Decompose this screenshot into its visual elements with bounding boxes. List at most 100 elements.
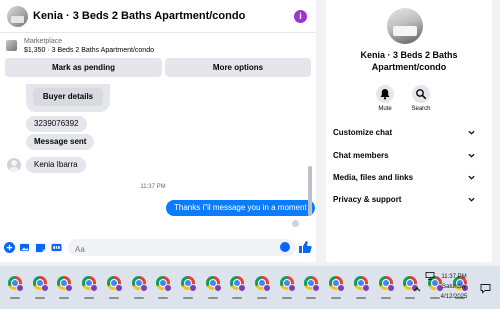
taskbar-app-chrome[interactable] [178,272,198,300]
message-timestamp: 11:37 PM [140,184,166,190]
mark-as-pending-button[interactable]: Mark as pending [5,58,162,77]
running-indicator [281,297,292,299]
profile-badge-icon [287,284,296,292]
message-composer [0,235,316,262]
clock-date: 4/12/2025 [440,294,468,300]
running-indicator [380,297,391,299]
notification-icon[interactable] [480,283,491,294]
buyer-details-card: Buyer details [26,84,110,112]
chat-avatar[interactable] [7,6,28,27]
profile-badge-icon [312,284,321,292]
mute-action[interactable]: Mute [370,85,400,112]
taskbar-app-chrome[interactable] [326,272,346,300]
sender-avatar[interactable] [7,158,21,172]
running-indicator [158,297,169,299]
section-customize-chat[interactable]: Customize chat [326,122,492,144]
chat-title[interactable]: Kenia · 3 Beds 2 Baths Apartment/condo [33,10,245,22]
taskbar-app-chrome[interactable] [252,272,272,300]
profile-badge-icon [337,284,346,292]
profile-badge-icon [164,284,173,292]
mute-label: Mute [378,106,392,112]
running-indicator [59,297,70,299]
gif-icon[interactable] [51,242,62,253]
section-media-files-links[interactable]: Media, files and links [326,167,492,189]
taskbar-app-chrome[interactable] [203,272,223,300]
section-label: Customize chat [333,128,393,137]
profile-badge-icon [114,284,123,292]
listing-label: Marketplace [24,38,63,45]
message-scrollbar[interactable] [306,84,314,234]
chat-panel: Kenia · 3 Beds 2 Baths Apartment/condo i… [0,0,316,262]
seen-indicator-avatar [292,220,299,227]
running-indicator [232,297,243,299]
taskbar-app-chrome[interactable] [5,272,25,300]
incoming-message-name: Kenia Ibarra [26,157,86,173]
running-indicator [207,297,218,299]
taskbar-app-chrome[interactable] [54,272,74,300]
message-input[interactable] [68,241,268,258]
message-list: Buyer details 3239076392 Message sent Ke… [0,84,316,234]
search-action[interactable]: Search [406,85,436,112]
emoji-icon[interactable] [280,242,290,252]
profile-badge-icon [16,284,24,292]
running-indicator [257,297,267,299]
clock-day: Saturday [441,284,466,290]
taskbar-app-chrome[interactable] [153,272,173,300]
section-privacy-support[interactable]: Privacy & support [326,189,492,211]
taskbar-app-chrome[interactable] [376,272,396,300]
profile-badge-icon [263,284,271,292]
running-indicator [10,297,20,299]
sticker-icon[interactable] [35,242,46,253]
plus-circle-icon[interactable] [4,242,15,253]
chevron-up-icon[interactable] [413,286,421,292]
profile-badge-icon [188,284,197,292]
running-indicator [133,297,144,299]
profile-badge-icon [213,284,222,292]
chevron-down-icon [468,130,475,135]
thumbs-up-icon[interactable] [298,240,312,254]
profile-badge-icon [238,284,247,292]
profile-badge-icon [361,284,370,292]
info-icon[interactable]: i [294,10,307,23]
running-indicator [34,297,45,299]
listing-info: $1,350 · 3 Beds 2 Baths Apartment/condo [24,47,154,54]
chevron-down-icon [468,197,475,202]
taskbar-app-chrome[interactable] [301,272,321,300]
taskbar-app-chrome[interactable] [129,272,149,300]
running-indicator [355,297,366,299]
clock-time: 11:37 PM [441,274,467,280]
search-label: Search [411,106,431,112]
profile-badge-icon [386,284,395,292]
taskbar-app-chrome[interactable] [30,272,50,300]
listing-thumbnail[interactable] [6,40,17,51]
running-indicator [108,297,119,299]
scrollbar-thumb[interactable] [308,166,312,216]
section-chat-members[interactable]: Chat members [326,145,492,167]
image-icon[interactable] [19,242,30,253]
taskbar-app-chrome[interactable] [227,272,247,300]
taskbar-app-chrome[interactable] [104,272,124,300]
conversation-info-panel: Kenia · 3 Beds 2 Baths Apartment/condo M… [326,0,492,262]
running-indicator [405,297,416,299]
outgoing-message: Thanks i"il message you in a moment [166,200,315,216]
taskbar-app-chrome[interactable] [79,272,99,300]
chat-header: Kenia · 3 Beds 2 Baths Apartment/condo i [0,0,316,33]
taskbar-app-chrome[interactable] [351,272,371,300]
conversation-title: Kenia · 3 Beds 2 Baths Apartment/condo [360,50,458,72]
incoming-message-sent-notice: Message sent [26,134,95,150]
running-indicator [84,297,95,299]
system-clock[interactable]: 11:37 PM Saturday 4/12/2025 [432,272,476,302]
running-indicator [306,297,317,299]
more-options-button[interactable]: More options [165,58,311,77]
profile-badge-icon [40,284,49,292]
conversation-avatar[interactable] [387,8,423,44]
profile-badge-icon [65,284,74,292]
taskbar-app-chrome[interactable] [277,272,297,300]
section-label: Privacy & support [333,195,402,204]
running-indicator [182,297,193,299]
profile-badge-icon [90,284,99,292]
buyer-details-button[interactable]: Buyer details [33,88,103,106]
bell-icon [376,85,394,103]
running-indicator [331,297,342,299]
section-label: Chat members [333,151,389,160]
